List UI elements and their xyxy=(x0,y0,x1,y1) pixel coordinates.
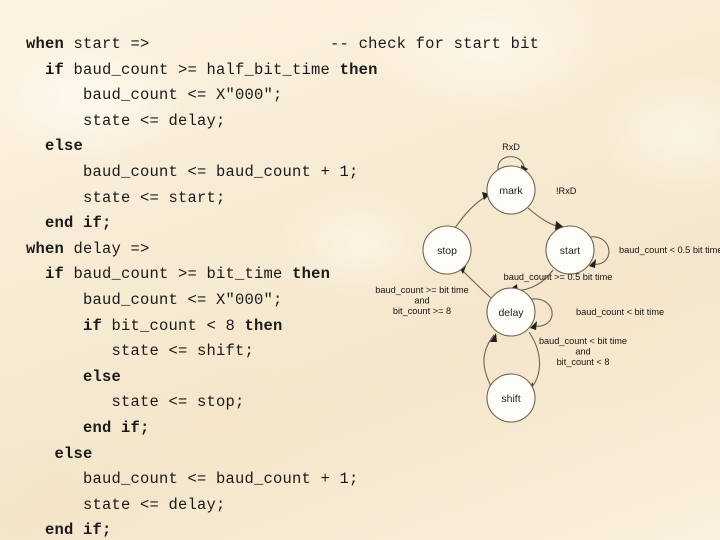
code-keyword: if xyxy=(26,265,74,284)
slide-canvas: when start => -- check for start bit if … xyxy=(0,0,720,540)
code-text: delay => xyxy=(73,239,150,258)
edge-label-line: baud_count >= bit time xyxy=(375,285,468,295)
code-line: baud_count <= X"000"; xyxy=(26,83,446,109)
lbl-not-rxd: !RxD xyxy=(556,186,577,196)
code-text: baud_count >= bit_time xyxy=(73,265,293,284)
edge-label-line: RxD xyxy=(502,142,520,152)
code-keyword: when xyxy=(26,35,74,53)
state-label-delay: delay xyxy=(498,307,524,319)
edge-label-line: bit_count < 8 xyxy=(557,357,610,367)
code-text: bit_count < 8 xyxy=(111,316,245,335)
edge-label-line: and xyxy=(575,347,590,357)
code-text: baud_count <= X"000"; xyxy=(26,86,283,105)
edge-label-line: and xyxy=(414,296,429,306)
code-text: start => xyxy=(73,35,150,53)
edge-label-line: baud_count >= 0.5 bit time xyxy=(504,272,613,282)
code-text: state <= shift; xyxy=(26,342,255,361)
code-keyword: end if; xyxy=(26,521,112,540)
state-label-mark: mark xyxy=(499,185,523,197)
code-keyword: if xyxy=(26,60,74,79)
code-comment: -- check for start bit xyxy=(149,35,540,53)
lbl-delay-self: baud_count < bit time xyxy=(576,307,664,317)
edge-label-line: !RxD xyxy=(556,186,577,196)
code-line: end if; xyxy=(26,518,446,540)
code-keyword: else xyxy=(26,444,93,463)
state-label-stop: stop xyxy=(437,245,457,257)
code-line: baud_count <= baud_count + 1; xyxy=(26,467,446,493)
arrowhead-shift-to-delay xyxy=(490,333,497,342)
uart-state-diagram: mark stop start delay shift RxD !RxD baud_… xyxy=(370,128,720,440)
edge-label-line: baud_count < bit time xyxy=(539,336,627,346)
code-text: baud_count <= baud_count + 1; xyxy=(26,470,359,489)
code-keyword: end if; xyxy=(26,214,112,233)
edge-label-line: baud_count < bit time xyxy=(576,307,664,317)
lbl-start-self: baud_count < 0.5 bit time xyxy=(619,245,720,255)
code-line: if baud_count >= half_bit_time then xyxy=(26,58,446,84)
code-text: state <= delay; xyxy=(26,495,226,514)
lbl-delay-to-stop: baud_count >= bit time and bit_count >= 8 xyxy=(375,285,468,316)
code-keyword: else xyxy=(26,367,122,386)
edge-stop-to-mark xyxy=(454,195,488,229)
code-keyword: else xyxy=(26,137,84,156)
code-text: state <= start; xyxy=(26,188,226,207)
code-keyword: when xyxy=(26,239,74,258)
code-keyword: then xyxy=(339,60,378,79)
code-text: baud_count <= baud_count + 1; xyxy=(26,162,359,181)
code-text: state <= delay; xyxy=(26,111,226,130)
code-keyword: if xyxy=(26,316,112,335)
code-line: else xyxy=(26,442,446,468)
code-keyword: then xyxy=(292,265,331,284)
lbl-start-to-delay: baud_count >= 0.5 bit time xyxy=(504,272,613,282)
lbl-rxd: RxD xyxy=(502,142,520,152)
edge-shift-to-delay xyxy=(483,334,495,389)
edge-delay-to-shift xyxy=(528,331,541,391)
code-keyword: end if; xyxy=(26,418,150,437)
code-text: state <= stop; xyxy=(26,393,245,412)
code-keyword: then xyxy=(244,316,283,335)
code-text: baud_count <= X"000"; xyxy=(26,290,283,309)
edge-label-line: bit_count >= 8 xyxy=(393,306,451,316)
lbl-delay-to-shift: baud_count < bit time and bit_count < 8 xyxy=(539,336,627,367)
code-text: baud_count >= half_bit_time xyxy=(73,60,340,79)
state-label-shift: shift xyxy=(501,393,520,405)
code-line: state <= delay; xyxy=(26,493,446,519)
code-line: when start => -- check for start bit xyxy=(26,32,539,58)
edge-label-line: baud_count < 0.5 bit time xyxy=(619,245,720,255)
state-label-start: start xyxy=(560,245,581,257)
